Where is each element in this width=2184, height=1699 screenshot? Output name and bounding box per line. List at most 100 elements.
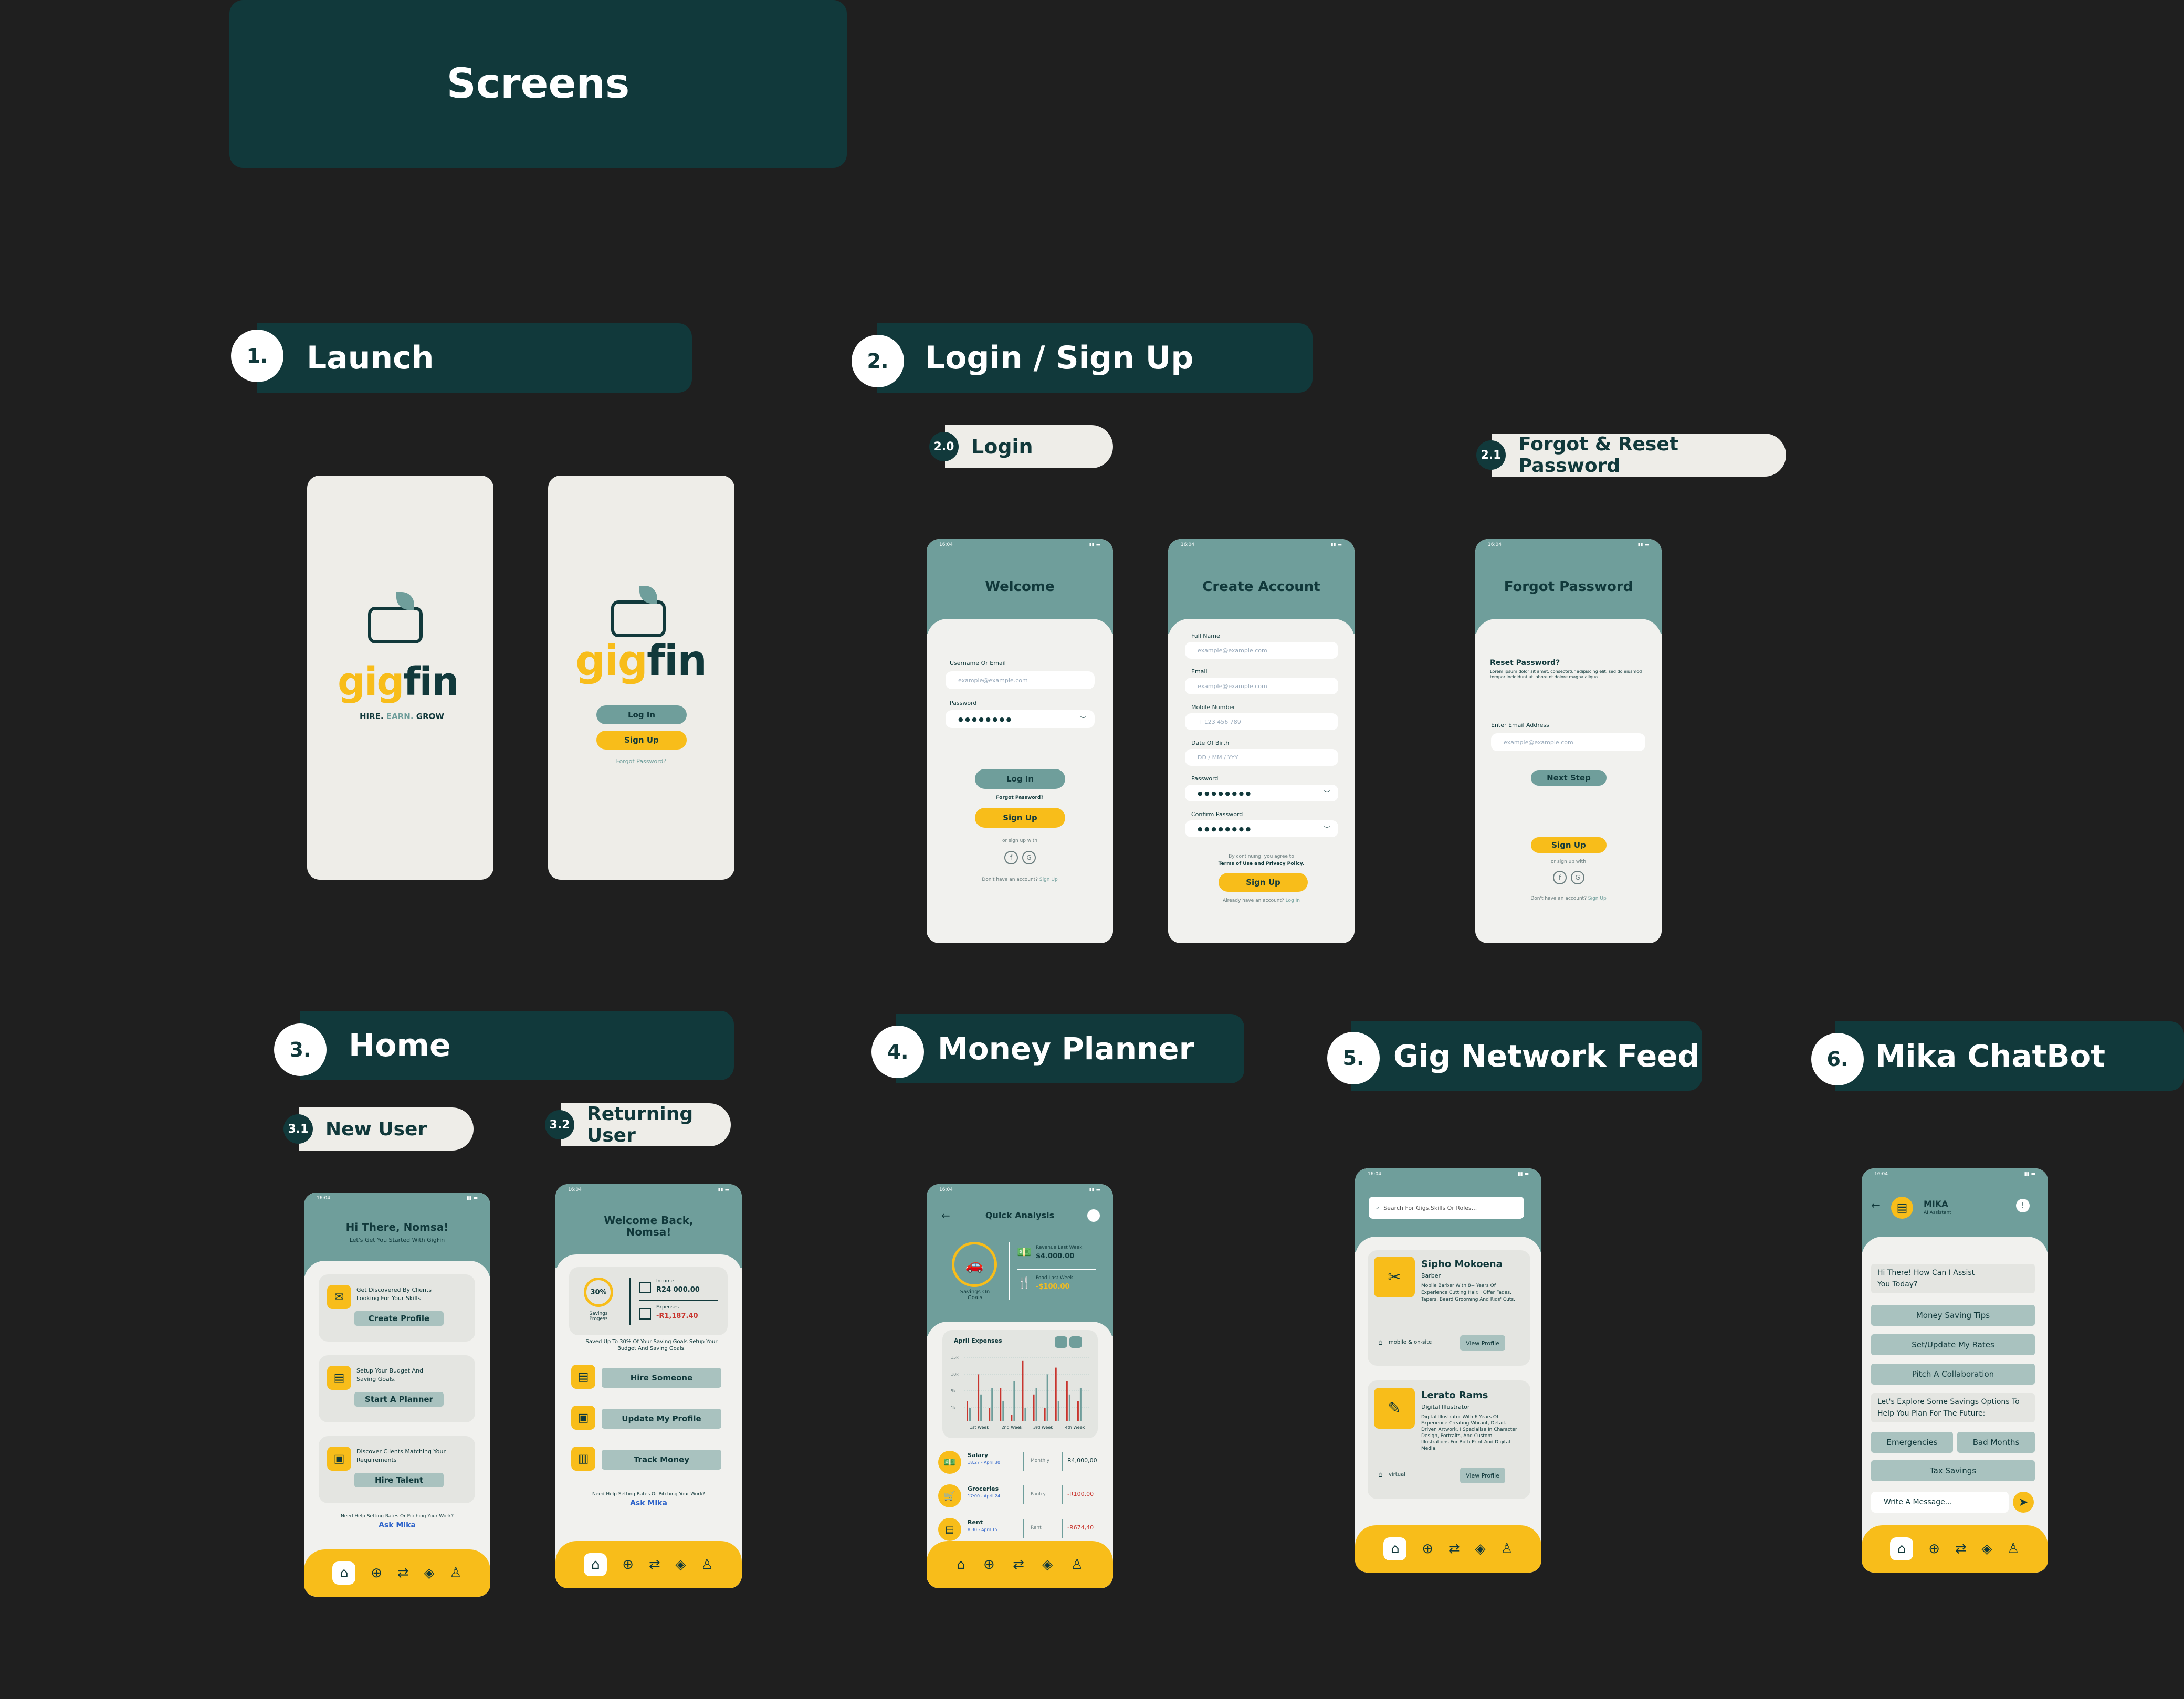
eye-icon[interactable]: ︶ (1324, 789, 1330, 797)
google-icon[interactable]: G (1571, 871, 1584, 884)
signup-button[interactable]: Sign Up (1531, 837, 1606, 853)
transaction-row[interactable]: 💵 Salary 18:27 - April 30 Monthly R4,000,00 (938, 1449, 1104, 1476)
message-input[interactable]: Write A Message... (1871, 1492, 2009, 1513)
view-profile-button[interactable]: View Profile (1460, 1468, 1505, 1483)
signup-link[interactable]: Sign Up (1588, 896, 1606, 901)
screen-title: Quick Analysis (985, 1210, 1055, 1220)
swap-icon[interactable]: ⇄ (1448, 1541, 1460, 1557)
layers-icon[interactable]: ◈ (1981, 1541, 1992, 1557)
set-rates-option[interactable]: Set/Update My Rates (1871, 1334, 2035, 1355)
bar (1046, 1374, 1048, 1421)
password-input[interactable]: ● ● ● ● ● ● ● ● ︶ (1185, 785, 1338, 801)
emergencies-option[interactable]: Emergencies (1871, 1432, 1953, 1453)
back-arrow-icon[interactable]: ← (1871, 1199, 1880, 1211)
confirm-password-input[interactable]: ● ● ● ● ● ● ● ● ︶ (1185, 820, 1338, 837)
signup-button[interactable]: Sign Up (596, 731, 687, 750)
fullname-input[interactable]: example@example.com (1185, 642, 1338, 659)
swap-icon[interactable]: ⇄ (1955, 1541, 1967, 1557)
home-icon[interactable]: ⌂ (1890, 1537, 1914, 1560)
hire-someone-button[interactable]: Hire Someone (602, 1368, 721, 1388)
transaction-row[interactable]: ▤ Rent 8:30 - April 15 Rent -R674,40 (938, 1516, 1104, 1543)
search-input[interactable]: ⌕ Search For Gigs,Skills Or Roles... (1369, 1197, 1524, 1219)
swap-icon[interactable]: ⇄ (1013, 1557, 1024, 1573)
send-icon[interactable]: ➤ (2013, 1492, 2034, 1513)
facebook-icon[interactable]: f (1553, 871, 1567, 884)
layers-icon[interactable]: ◈ (1042, 1557, 1053, 1573)
section-money-planner: Money Planner (896, 1014, 1244, 1083)
bad-months-option[interactable]: Bad Months (1957, 1432, 2035, 1453)
update-profile-button[interactable]: Update My Profile (602, 1409, 721, 1429)
profile-icon[interactable]: ♙ (449, 1565, 461, 1581)
search-people-icon[interactable]: ⊕ (983, 1557, 995, 1573)
brand-fin: fin (646, 636, 707, 685)
profile-icon[interactable]: ♙ (701, 1557, 713, 1573)
tagline-hire: HIRE. (360, 712, 384, 721)
dob-input[interactable]: DD / MM / YYY (1185, 749, 1338, 766)
bar (989, 1408, 991, 1421)
mobile-input[interactable]: + 123 456 789 (1185, 713, 1338, 730)
search-people-icon[interactable]: ⊕ (1422, 1541, 1433, 1557)
search-people-icon[interactable]: ⊕ (622, 1557, 634, 1573)
email-input[interactable]: example@example.com (1491, 733, 1645, 751)
profile-icon[interactable]: ♙ (1071, 1557, 1083, 1573)
transaction-date: 17:00 - April 24 (968, 1494, 1001, 1499)
transaction-date: 18:27 - April 30 (968, 1460, 1001, 1465)
divider (1062, 1519, 1063, 1538)
login-button[interactable]: Log In (596, 705, 687, 724)
signup-button[interactable]: Sign Up (975, 808, 1065, 828)
notification-icon[interactable] (1087, 1209, 1100, 1222)
eye-icon[interactable]: ︶ (1324, 825, 1330, 833)
search-people-icon[interactable]: ⊕ (371, 1565, 382, 1581)
password-input[interactable]: ● ● ● ● ● ● ● ● ︶ (946, 710, 1095, 728)
bar (1033, 1394, 1035, 1421)
username-label: Username Or Email (950, 660, 1006, 667)
google-icon[interactable]: G (1022, 851, 1036, 864)
profile-location: virtual (1389, 1472, 1405, 1478)
bar (1077, 1401, 1079, 1421)
layers-icon[interactable]: ◈ (675, 1557, 686, 1573)
next-step-button[interactable]: Next Step (1531, 770, 1606, 786)
swap-icon[interactable]: ⇄ (649, 1557, 660, 1573)
username-input[interactable]: example@example.com (946, 671, 1095, 689)
calendar-chip-icon[interactable] (1069, 1336, 1082, 1348)
home-icon[interactable]: ⌂ (957, 1557, 965, 1573)
layers-icon[interactable]: ◈ (424, 1565, 434, 1581)
track-money-button[interactable]: Track Money (602, 1450, 721, 1470)
info-icon[interactable]: ! (2016, 1199, 2030, 1212)
home-icon[interactable]: ⌂ (584, 1553, 607, 1576)
layers-icon[interactable]: ◈ (1475, 1541, 1485, 1557)
wallet-icon (611, 600, 666, 637)
forgot-password-link[interactable]: Forgot Password? (927, 795, 1113, 800)
swap-icon[interactable]: ⇄ (397, 1565, 409, 1581)
ask-mika-link[interactable]: Ask Mika (304, 1521, 490, 1529)
hire-talent-button[interactable]: Hire Talent (354, 1473, 444, 1487)
terms-link[interactable]: Terms of Use and Privacy Policy. (1168, 861, 1354, 867)
home-icon[interactable]: ⌂ (332, 1561, 356, 1585)
signup-link[interactable]: Sign Up (1040, 877, 1058, 882)
login-button[interactable]: Log In (975, 769, 1065, 789)
signup-button[interactable]: Sign Up (1219, 873, 1308, 892)
search-chip-icon[interactable] (1055, 1336, 1067, 1348)
pitch-collab-option[interactable]: Pitch A Collaboration (1871, 1364, 2035, 1385)
eye-icon[interactable]: ︶ (1080, 715, 1086, 723)
create-profile-button[interactable]: Create Profile (354, 1311, 444, 1326)
profile-icon[interactable]: ♙ (2007, 1541, 2019, 1557)
forgot-password-link[interactable]: Forgot Password? (548, 758, 734, 765)
money-tips-option[interactable]: Money Saving Tips (1871, 1305, 2035, 1326)
screen-title: Create Account (1202, 579, 1320, 595)
search-people-icon[interactable]: ⊕ (1928, 1541, 1940, 1557)
facebook-icon[interactable]: f (1004, 851, 1018, 864)
login-link[interactable]: Log In (1286, 898, 1300, 903)
message-placeholder: Write A Message... (1884, 1498, 1952, 1506)
profile-icon[interactable]: ♙ (1500, 1541, 1513, 1557)
ask-mika-link[interactable]: Ask Mika (555, 1499, 742, 1507)
tax-savings-option[interactable]: Tax Savings (1871, 1460, 2035, 1481)
view-profile-button[interactable]: View Profile (1460, 1335, 1505, 1351)
start-planner-button[interactable]: Start A Planner (354, 1392, 444, 1407)
home-icon[interactable]: ⌂ (1383, 1537, 1407, 1560)
email-input[interactable]: example@example.com (1185, 678, 1338, 694)
wallet-icon: ▥ (571, 1447, 595, 1471)
transaction-row[interactable]: 🛒 Groceries 17:00 - April 24 Pantry -R100,00 (938, 1482, 1104, 1510)
revenue-value: $4.000.00 (1036, 1252, 1075, 1260)
no-account-label: Don't have an account? (1530, 896, 1587, 901)
